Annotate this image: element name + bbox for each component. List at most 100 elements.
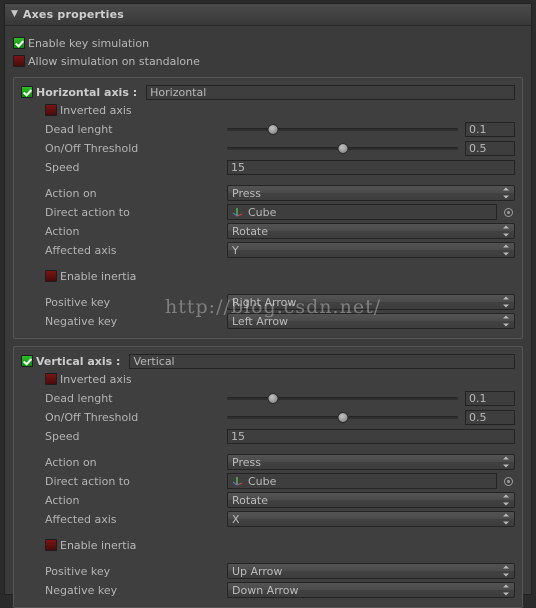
toggle-enable-inertia-horizontal[interactable]: Enable inertia [21,267,515,285]
row-positive-key-vertical: Positive key Up Arrow [21,562,515,580]
toggle-label: Enable inertia [60,538,137,552]
unchecked-box-icon[interactable] [45,104,57,116]
checkmark-icon[interactable] [13,37,25,49]
negative-key-dropdown[interactable]: Down Arrow [227,582,515,598]
object-name: Cube [248,474,277,488]
unchecked-box-icon[interactable] [45,539,57,551]
dropdown-value: Rotate [232,493,269,507]
field-label: Speed [45,160,80,174]
on-off-threshold-slider[interactable] [227,410,458,424]
updown-arrows-icon [502,584,509,596]
row-dead-lenght-vertical: Dead lenght 0.1 [21,389,515,407]
field-label: Dead lenght [45,391,113,405]
axis-header-horizontal[interactable]: Horizontal axis : Horizontal [21,83,515,101]
field-label: On/Off Threshold [45,410,139,424]
action-dropdown[interactable]: Rotate [227,223,515,239]
field-label: Positive key [45,295,111,309]
axis-group-horizontal: Horizontal axis : Horizontal Inverted ax… [13,77,523,339]
action-on-dropdown[interactable]: Press [227,185,515,201]
toggle-enable-inertia-vertical[interactable]: Enable inertia [21,536,515,554]
updown-arrows-icon [502,565,509,577]
updown-arrows-icon [502,187,509,199]
dropdown-value: Up Arrow [232,564,283,578]
dropdown-value: Y [232,243,239,257]
object-picker-target-icon[interactable] [501,474,515,488]
speed-input[interactable]: 15 [227,428,515,444]
dropdown-value: Left Arrow [232,314,289,328]
panel-header[interactable]: ▼ Axes properties [5,4,531,26]
dropdown-value: Press [232,455,261,469]
axis-name-input[interactable]: Vertical [129,353,515,369]
row-dead-lenght-horizontal: Dead lenght 0.1 [21,120,515,138]
toggle-label: Enable inertia [60,269,137,283]
row-positive-key-horizontal: Positive key Right Arrow [21,293,515,311]
axis-title: Horizontal axis : [36,85,138,99]
slider-knob[interactable] [337,142,348,154]
field-label: Action [45,493,80,507]
slider-track [227,127,458,131]
page-title: Axes properties [22,8,125,21]
field-label: Dead lenght [45,122,113,136]
dead-lenght-slider[interactable] [227,122,458,136]
slider-knob[interactable] [267,123,279,135]
axis-title: Vertical axis : [36,354,121,368]
on-off-threshold-value-input[interactable]: 0.5 [465,409,515,425]
unchecked-box-icon[interactable] [13,55,25,67]
dropdown-value: Right Arrow [232,295,297,309]
on-off-threshold-slider[interactable] [227,141,458,155]
field-label: Action [45,224,80,238]
direct-action-to-object-field[interactable]: Cube [227,204,497,220]
field-label: Action on [45,455,97,469]
positive-key-dropdown[interactable]: Up Arrow [227,563,515,579]
affected-axis-dropdown[interactable]: Y [227,242,515,258]
speed-input[interactable]: 15 [227,159,515,175]
panel-body: Enable key simulation Allow simulation o… [5,26,531,608]
dead-lenght-value-input[interactable]: 0.1 [465,121,515,137]
affected-axis-dropdown[interactable]: X [227,511,515,527]
dropdown-value: X [232,512,240,526]
field-label: Direct action to [45,205,130,219]
triangle-down-icon[interactable]: ▼ [11,10,18,19]
toggle-label: Inverted axis [60,103,132,117]
action-on-dropdown[interactable]: Press [227,454,515,470]
positive-key-dropdown[interactable]: Right Arrow [227,294,515,310]
updown-arrows-icon [502,494,509,506]
updown-arrows-icon [502,315,509,327]
toggle-inverted-axis-horizontal[interactable]: Inverted axis [21,101,515,119]
dead-lenght-value-input[interactable]: 0.1 [465,390,515,406]
axis-name-input[interactable]: Horizontal [146,84,515,100]
toggle-inverted-axis-vertical[interactable]: Inverted axis [21,370,515,388]
direct-action-to-object-field[interactable]: Cube [227,473,497,489]
unchecked-box-icon[interactable] [45,270,57,282]
updown-arrows-icon [502,456,509,468]
slider-knob[interactable] [267,392,279,404]
axis-header-vertical[interactable]: Vertical axis : Vertical [21,352,515,370]
updown-arrows-icon [502,244,509,256]
unchecked-box-icon[interactable] [45,373,57,385]
row-action-horizontal: Action Rotate [21,222,515,240]
updown-arrows-icon [502,296,509,308]
action-dropdown[interactable]: Rotate [227,492,515,508]
toggle-label: Inverted axis [60,372,132,386]
negative-key-dropdown[interactable]: Left Arrow [227,313,515,329]
row-action-on-vertical: Action on Press [21,453,515,471]
slider-knob[interactable] [337,411,348,423]
slider-track [227,396,458,400]
toggle-allow-simulation-on-standalone[interactable]: Allow simulation on standalone [13,52,523,70]
row-negative-key-vertical: Negative key Down Arrow [21,581,515,599]
row-speed-vertical: Speed 15 [21,427,515,445]
on-off-threshold-value-input[interactable]: 0.5 [465,140,515,156]
gameobject-axis-gizmo-icon [232,208,243,217]
axis-group-vertical: Vertical axis : Vertical Inverted axis D… [13,346,523,608]
field-label: On/Off Threshold [45,141,139,155]
field-label: Direct action to [45,474,130,488]
row-affected-axis-horizontal: Affected axis Y [21,241,515,259]
object-name: Cube [248,205,277,219]
checkmark-icon[interactable] [21,355,33,367]
object-picker-target-icon[interactable] [501,205,515,219]
checkmark-icon[interactable] [21,86,33,98]
toggle-enable-key-simulation[interactable]: Enable key simulation [13,34,523,52]
field-label: Negative key [45,583,118,597]
dead-lenght-slider[interactable] [227,391,458,405]
field-label: Speed [45,429,80,443]
